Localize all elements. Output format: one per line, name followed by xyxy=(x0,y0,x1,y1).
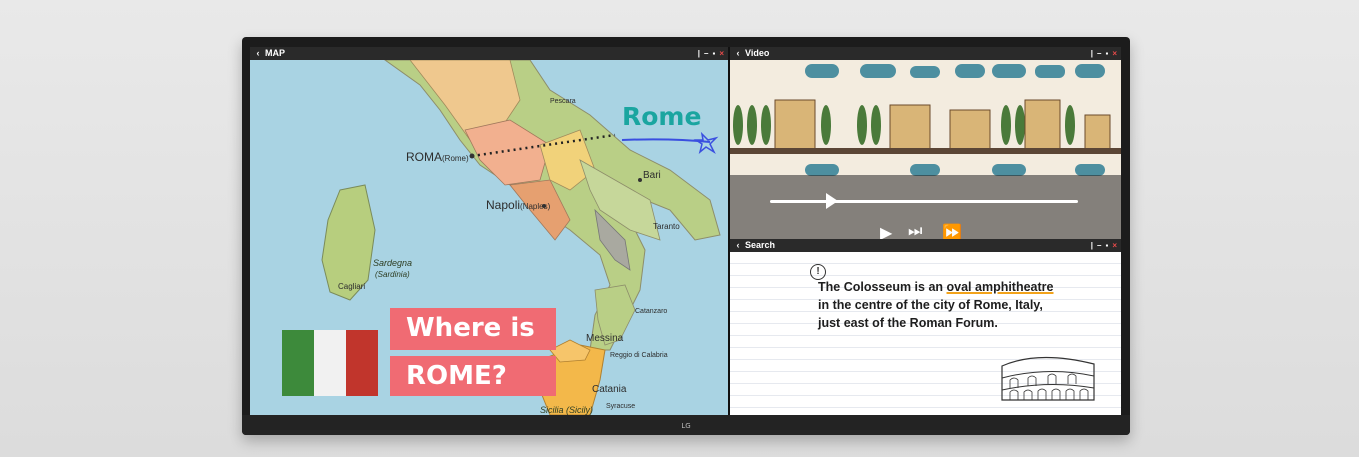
search-result-panel: ! The Colosseum is an oval amphitheatre … xyxy=(730,252,1121,415)
search-window-controls: | – ▪ × xyxy=(1091,239,1117,252)
video-progress-bar[interactable] xyxy=(770,200,1078,203)
display-monitor: ‹ MAP | – ▪ × ROMA(Rome) Napoli(Naples) … xyxy=(242,37,1130,435)
monitor-bezel: LG xyxy=(242,415,1130,435)
close-button[interactable]: × xyxy=(1112,47,1117,60)
italy-flag xyxy=(282,330,378,396)
divider-icon: | xyxy=(697,49,701,58)
colosseum-illustration xyxy=(1001,356,1095,401)
city-label-syracuse: Syracuse xyxy=(606,403,636,410)
city-label-napoli: Napoli(Naples) xyxy=(486,198,551,212)
video-title: Video xyxy=(745,48,770,58)
result-line3: just east of the Roman Forum. xyxy=(818,316,998,330)
city-label-catanzaro: Catanzaro xyxy=(635,308,668,315)
close-button[interactable]: × xyxy=(1112,239,1117,252)
result-line1: The Colosseum is an xyxy=(818,280,947,294)
back-icon[interactable]: ‹ xyxy=(733,239,743,252)
region-label-sardinia: (Sardinia) xyxy=(375,270,410,279)
fast-forward-button[interactable]: ⏩ xyxy=(942,223,962,239)
minimize-button[interactable]: – xyxy=(1097,239,1101,252)
question-banner-line1: Where is xyxy=(390,308,556,350)
restore-button[interactable]: ▪ xyxy=(1105,239,1108,252)
map-titlebar: ‹ MAP | – ▪ × xyxy=(250,47,728,60)
back-icon[interactable]: ‹ xyxy=(733,47,743,60)
brand-logo: LG xyxy=(681,422,691,430)
player-controls-overlay xyxy=(730,175,1121,239)
progress-scrubber[interactable] xyxy=(826,193,838,209)
search-result-text: The Colosseum is an oval amphitheatre in… xyxy=(818,278,1054,332)
flag-stripe-green xyxy=(282,330,314,396)
region-label-sicilia: Sicilia (Sicily) xyxy=(540,405,594,415)
question-banner-line2: ROME? xyxy=(390,356,556,396)
city-label-pescara: Pescara xyxy=(550,98,576,105)
city-label-cagliari: Cagliari xyxy=(338,282,366,291)
map-view[interactable]: ROMA(Rome) Napoli(Naples) Bari Messina C… xyxy=(250,60,728,415)
highlighted-term: oval amphitheatre xyxy=(946,280,1054,294)
city-label-bari: Bari xyxy=(643,170,661,181)
city-label-reggio: Reggio di Calabria xyxy=(610,352,668,359)
video-player[interactable]: ▶ ⏭ ⏩ xyxy=(730,60,1121,239)
map-window-controls: | – ▪ × xyxy=(698,47,724,60)
video-titlebar: ‹ Video | – ▪ × xyxy=(730,47,1121,60)
result-line2: in the centre of the city of Rome, Italy… xyxy=(818,298,1043,312)
region-label-sardegna: Sardegna xyxy=(373,258,413,268)
divider-icon: | xyxy=(1090,49,1094,58)
screen: ‹ MAP | – ▪ × ROMA(Rome) Napoli(Naples) … xyxy=(250,47,1121,415)
minimize-button[interactable]: – xyxy=(704,47,708,60)
next-button[interactable]: ⏭ xyxy=(908,223,922,239)
map-title: MAP xyxy=(265,48,285,58)
flag-stripe-red xyxy=(346,330,378,396)
video-window-controls: | – ▪ × xyxy=(1091,47,1117,60)
restore-button[interactable]: ▪ xyxy=(712,47,715,60)
close-button[interactable]: × xyxy=(719,47,724,60)
restore-button[interactable]: ▪ xyxy=(1105,47,1108,60)
flag-stripe-white xyxy=(314,330,346,396)
search-titlebar: ‹ Search | – ▪ × xyxy=(730,239,1121,252)
city-label-catania: Catania xyxy=(592,384,627,395)
minimize-button[interactable]: – xyxy=(1097,47,1101,60)
city-label-roma: ROMA(Rome) xyxy=(406,150,469,164)
divider-icon: | xyxy=(1090,241,1094,250)
city-label-messina: Messina xyxy=(586,333,624,344)
search-title: Search xyxy=(745,240,776,250)
city-label-taranto: Taranto xyxy=(653,222,680,231)
rome-annotation: Rome xyxy=(622,102,702,131)
back-icon[interactable]: ‹ xyxy=(253,47,263,60)
play-button[interactable]: ▶ xyxy=(880,223,892,239)
